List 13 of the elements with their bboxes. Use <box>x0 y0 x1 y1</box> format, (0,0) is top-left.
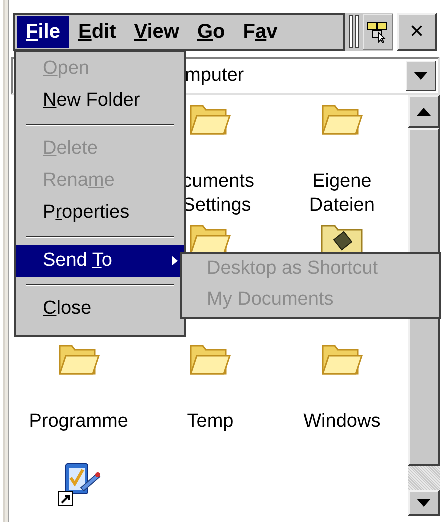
close-button[interactable]: × <box>397 13 437 51</box>
icon-label: Eigene Dateien <box>309 170 375 218</box>
icon-label: Programme <box>29 410 128 434</box>
icon-label: Temp <box>187 410 234 434</box>
submenu-item[interactable]: Send To <box>16 245 184 277</box>
menu-item[interactable]: Edit <box>69 16 126 48</box>
menu-item[interactable]: Fav <box>234 16 287 48</box>
menu-item[interactable]: Close <box>16 293 184 325</box>
menu-item[interactable]: File <box>17 16 70 48</box>
menu-item[interactable]: View <box>125 16 188 48</box>
icon-label: Windows <box>304 410 381 434</box>
menu-item[interactable]: Properties <box>16 197 184 229</box>
menu-item[interactable]: Go <box>188 16 234 48</box>
